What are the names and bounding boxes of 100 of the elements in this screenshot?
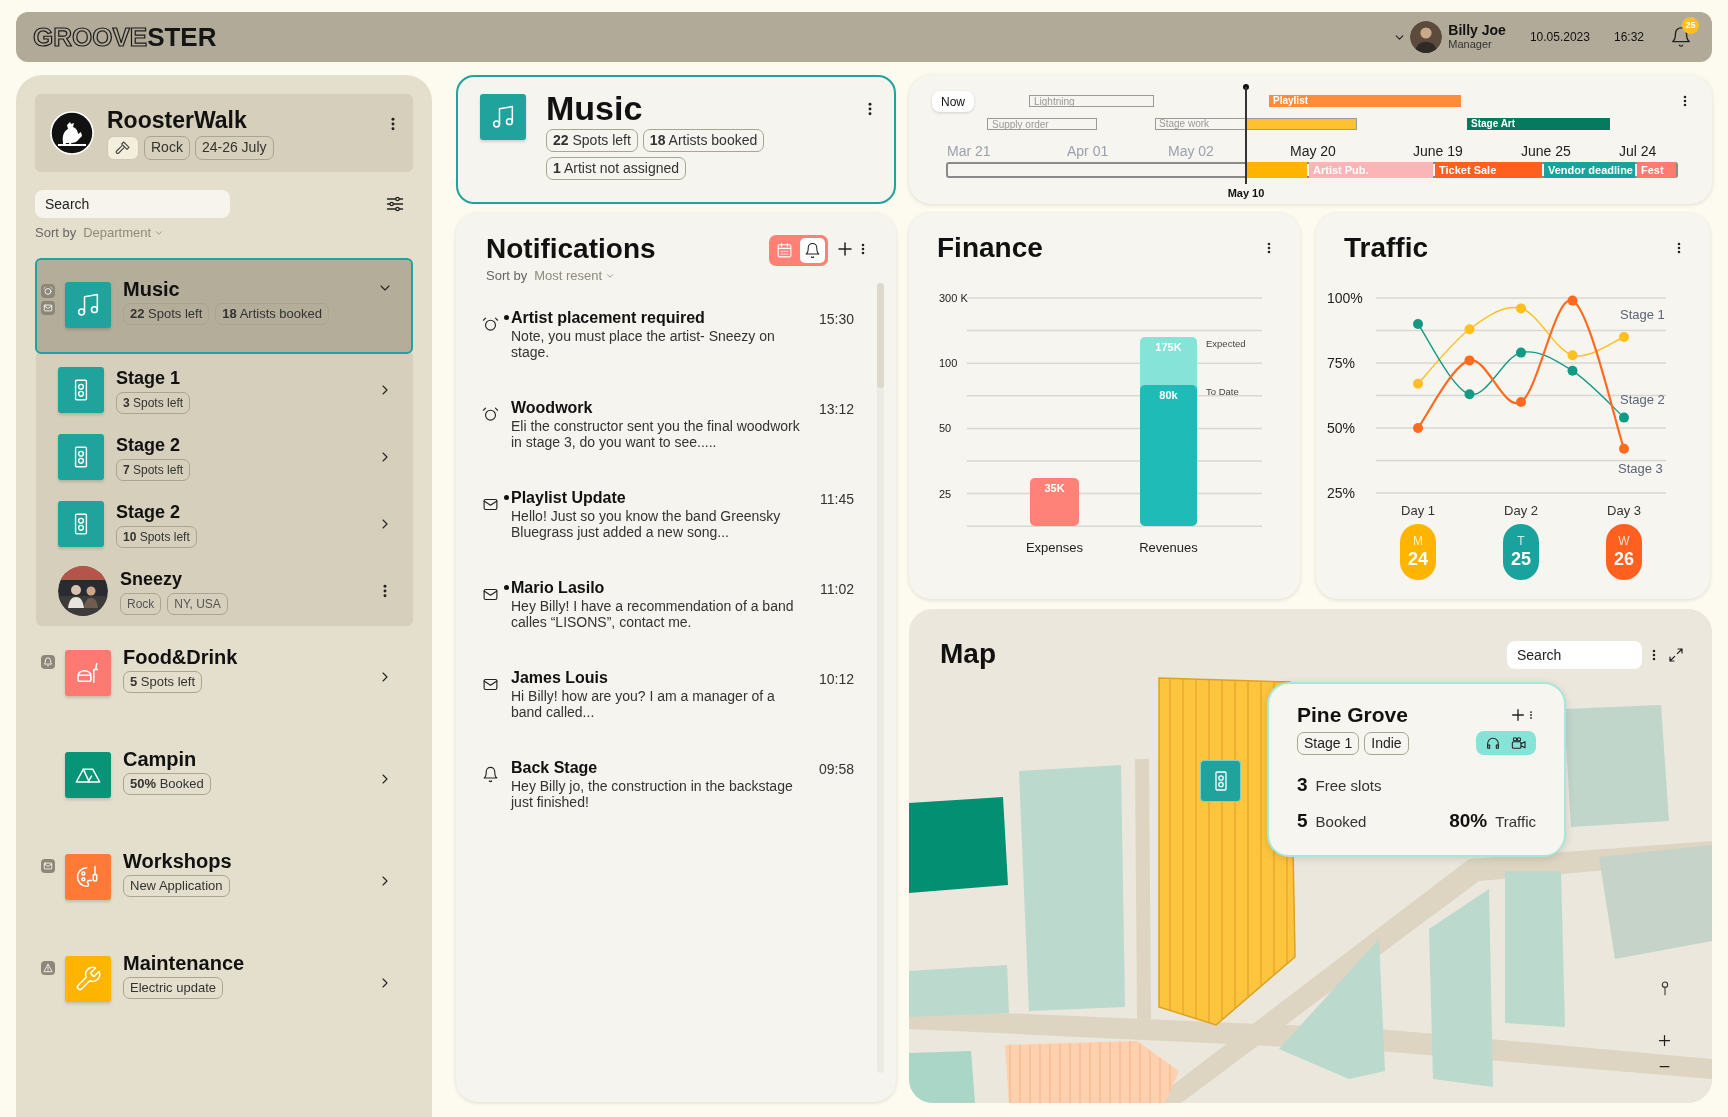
- now-button[interactable]: Now: [932, 91, 974, 112]
- user-role: Manager: [1448, 38, 1493, 51]
- notification-item[interactable]: Back Stage Hey Billy jo, the construction in the backstage just finished! 09:58: [456, 757, 896, 848]
- stat-label: Free slots: [1315, 776, 1382, 796]
- notification-text: Hi Billy! how are you? I am a manager of a band called...: [511, 687, 776, 720]
- value-label: 35K: [1043, 481, 1066, 496]
- info-tag: 50% Booked: [123, 772, 211, 795]
- weekday-letter: M: [1413, 534, 1423, 548]
- festival-name: RoosterWalk: [107, 106, 248, 133]
- date-label: June 19: [1413, 142, 1463, 161]
- data-point: [1567, 350, 1578, 361]
- data-point: [1413, 378, 1423, 389]
- speaker-icon: [58, 367, 104, 413]
- value-label: 80k: [1158, 387, 1179, 402]
- music-note-icon: [480, 94, 526, 140]
- axis-label: 25: [939, 487, 952, 500]
- series-label: Stage 2: [1620, 391, 1665, 407]
- current-date: May 10: [1227, 186, 1265, 201]
- date-label: Jul 24: [1619, 142, 1657, 161]
- mail-icon: [41, 858, 55, 873]
- data-point: [1567, 295, 1578, 306]
- data-point: [1516, 303, 1526, 314]
- panel-title: Map: [940, 637, 996, 671]
- data-point: [1464, 355, 1475, 366]
- item-title: Stage 2: [116, 500, 182, 523]
- date-label: June 25: [1521, 142, 1571, 161]
- data-point: [1516, 347, 1526, 358]
- popup-title: Pine Grove: [1297, 702, 1408, 728]
- task-bar: Stage work: [1155, 118, 1357, 130]
- department-item[interactable]: Workshops New Application: [35, 848, 413, 905]
- scrollbar[interactable]: [877, 283, 884, 1073]
- stat-label: Traffic: [1495, 811, 1536, 832]
- notification-title: Back Stage: [511, 757, 599, 778]
- item-title: Sneezy: [120, 567, 184, 590]
- axis-label: 300 K: [939, 292, 968, 304]
- bell-icon: [482, 765, 499, 783]
- notification-item[interactable]: Mario Lasilo Hey Billy! I have a recommendation of a band calles “LISONS”, contact me. 11:02: [456, 577, 896, 668]
- axis-label: 25%: [1327, 485, 1356, 501]
- add-icon[interactable]: [836, 240, 854, 258]
- notification-item[interactable]: Artist placement required Note, you must place the artist- Sneezy on stage. 15:30: [456, 307, 896, 398]
- notification-time: 13:12: [818, 399, 854, 419]
- department-title: Workshops: [123, 848, 232, 873]
- department-item[interactable]: Maintenance Electric update: [35, 950, 413, 1007]
- notification-title: Artist placement required: [511, 307, 706, 328]
- notification-title: Mario Lasilo: [511, 577, 606, 598]
- sort-label: Sort by: [35, 224, 77, 242]
- alarm-clock-icon: [482, 405, 499, 423]
- series-label: Expected: [1206, 337, 1246, 349]
- axis-label: 100%: [1327, 290, 1363, 306]
- axis-label: 100: [939, 357, 958, 370]
- stage-item[interactable]: Stage 2 10 Spots left: [36, 490, 413, 558]
- stat-value: 80%: [1449, 808, 1488, 833]
- search-field[interactable]: Search: [35, 190, 230, 218]
- task-bar: Playlist: [1269, 95, 1461, 107]
- notification-title: Woodwork: [511, 397, 594, 418]
- zoom-in-icon[interactable]: [1657, 1033, 1672, 1048]
- headphones-icon[interactable]: [1485, 735, 1501, 751]
- search-field[interactable]: Search: [1507, 641, 1642, 669]
- department-title: Food&Drink: [123, 644, 238, 669]
- data-point: [1464, 324, 1475, 335]
- notification-title: James Louis: [511, 667, 609, 688]
- stage-item[interactable]: Stage 2 7 Spots left: [36, 423, 413, 491]
- department-item[interactable]: Food&Drink 5 Spots left: [35, 644, 413, 701]
- notification-item[interactable]: Playlist Update Hello! Just so you know the band Greensky Bluegrass just added a new song... 11:45: [456, 487, 896, 578]
- bell-icon: [41, 654, 55, 669]
- department-title: Music: [123, 276, 181, 301]
- info-tag: Rock: [144, 135, 190, 160]
- bell-icon[interactable]: [800, 238, 825, 263]
- filter-settings-icon[interactable]: [385, 194, 405, 214]
- day-number: 24: [1408, 548, 1428, 570]
- stage-item[interactable]: Stage 1 3 Spots left: [36, 356, 413, 424]
- day-number: 25: [1511, 548, 1531, 570]
- data-point: [1464, 389, 1475, 400]
- speaker-icon: [58, 434, 104, 480]
- video-camera-icon[interactable]: [1511, 735, 1527, 751]
- axis-label: 50: [939, 422, 952, 435]
- info-tag: 7 Spots left: [116, 458, 191, 481]
- add-icon[interactable]: [1510, 707, 1526, 723]
- department-title: Maintenance: [123, 950, 245, 975]
- phase-bar: Ticket Sale: [1435, 162, 1542, 178]
- notification-bell-icon[interactable]: [1670, 26, 1692, 48]
- notification-item[interactable]: James Louis Hi Billy! how are you? I am a manager of a band called... 10:12: [456, 667, 896, 758]
- info-tag: New Application: [123, 874, 230, 897]
- info-tag: 10 Spots left: [116, 525, 197, 548]
- series-label: Stage 1: [1620, 307, 1665, 322]
- date-text: 10.05.2023: [1529, 29, 1590, 46]
- info-tag: 5 Spots left: [123, 670, 203, 693]
- expand-icon[interactable]: [1668, 647, 1684, 663]
- notification-time: 11:02: [820, 579, 854, 599]
- notification-text: Hey Billy! I have a recommendation of a band calles “LISONS”, contact me.: [511, 597, 795, 630]
- info-tag: 24-26 July: [194, 135, 274, 160]
- notification-item[interactable]: Woodwork Eli the constructor sent you the final woodwork in stage 3, do you want to see..... 13:12: [456, 397, 896, 488]
- rooster-logo-icon: [50, 111, 94, 155]
- stage-marker-icon[interactable]: [1200, 760, 1241, 802]
- notification-time: 10:12: [818, 669, 854, 689]
- department-item[interactable]: Music 22 Spots left 18 Artists booked: [35, 257, 413, 354]
- warning-icon: [41, 960, 55, 975]
- department-item[interactable]: Campin 50% Booked: [35, 746, 413, 803]
- artist-item[interactable]: Sneezy Rock NY, USA: [36, 557, 413, 625]
- info-tag: NY, USA: [167, 592, 228, 615]
